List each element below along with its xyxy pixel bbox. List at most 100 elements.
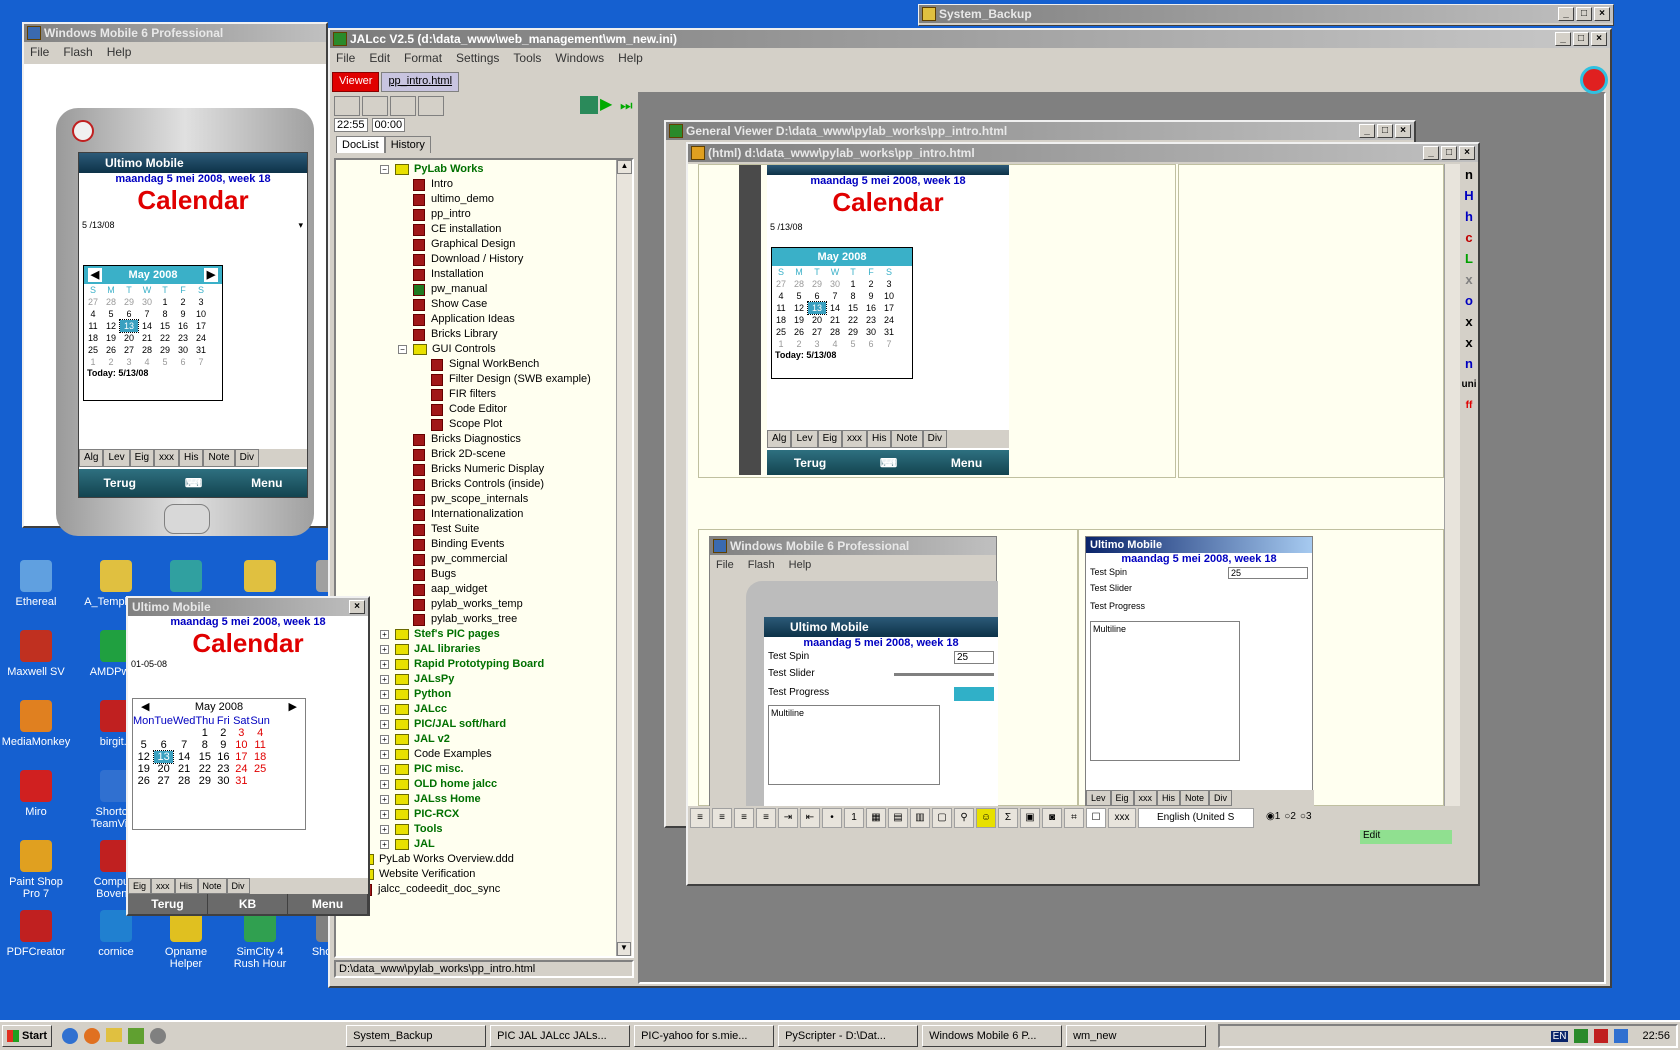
embedded-tab-lev[interactable]: Lev xyxy=(791,430,818,448)
day-cell[interactable]: 7 xyxy=(138,308,156,320)
expand-icon[interactable]: + xyxy=(380,810,389,819)
day-cell[interactable]: 15 xyxy=(195,751,214,763)
jalcc-titlebar[interactable]: JALcc V2.5 (d:\data_www\web_management\w… xyxy=(330,30,1610,48)
day-cell[interactable]: 16 xyxy=(174,320,192,332)
multiline-textbox[interactable]: Multiline xyxy=(1090,621,1240,761)
ultimo-right-tab-note[interactable]: Note xyxy=(1180,790,1210,806)
ultimo-button-menu[interactable]: Menu xyxy=(288,894,368,914)
day-cell[interactable] xyxy=(173,727,195,739)
day-cell[interactable]: 26 xyxy=(102,344,120,356)
tree-group[interactable]: + JALsPy xyxy=(336,672,632,687)
maximize-button[interactable]: □ xyxy=(1441,146,1457,160)
day-cell[interactable] xyxy=(133,727,154,739)
minimize-button[interactable]: _ xyxy=(1359,124,1375,138)
tree-item[interactable]: Show Case xyxy=(336,297,632,312)
day-cell[interactable]: 11 xyxy=(250,739,270,751)
jalcc-menu-tools[interactable]: Tools xyxy=(513,48,541,68)
tree-group[interactable]: + PIC misc. xyxy=(336,762,632,777)
day-cell[interactable]: 24 xyxy=(880,314,898,326)
day-cell[interactable]: 30 xyxy=(138,296,156,308)
day-cell[interactable]: 27 xyxy=(772,278,790,290)
tray-icon[interactable] xyxy=(1594,1029,1609,1043)
day-cell[interactable]: 17 xyxy=(192,320,210,332)
day-cell[interactable]: 6 xyxy=(862,338,880,350)
tree-item[interactable]: FIR filters xyxy=(336,387,632,402)
test-spin-input[interactable]: 25 xyxy=(1228,567,1308,579)
next-month-icon[interactable]: ▶ xyxy=(289,699,297,715)
day-cell[interactable]: 4 xyxy=(84,308,102,320)
device-tab-lev[interactable]: Lev xyxy=(103,449,130,467)
day-cell[interactable]: 4 xyxy=(826,338,844,350)
day-cell[interactable]: 9 xyxy=(174,308,192,320)
expand-icon[interactable]: + xyxy=(380,720,389,729)
tree-group[interactable]: + Python xyxy=(336,687,632,702)
day-cell[interactable] xyxy=(250,775,270,787)
day-cell[interactable]: 30 xyxy=(862,326,880,338)
ultimo-button-terug[interactable]: Terug xyxy=(128,894,208,914)
tree-item[interactable]: aap_widget xyxy=(336,582,632,597)
day-cell[interactable]: 5 xyxy=(102,308,120,320)
day-cell[interactable]: 14 xyxy=(826,302,844,314)
day-cell[interactable]: 13 xyxy=(153,750,174,764)
tree-group[interactable]: + Code Examples xyxy=(336,747,632,762)
tray-icon[interactable] xyxy=(1614,1029,1629,1043)
device-month-calendar[interactable]: ◀ May 2008 ▶ S M T W T F S 27 28 29 30 1 2 3 4 5 6 7 8 9 10 11 1… xyxy=(83,265,223,401)
taskbar-button[interactable]: System_Backup xyxy=(346,1025,487,1047)
tree-item[interactable]: pylab_works_temp xyxy=(336,597,632,612)
ethereal-icon[interactable]: Ethereal xyxy=(0,560,72,608)
tab-pp-intro[interactable]: pp_intro.html xyxy=(381,72,460,92)
jalcc-menu-format[interactable]: Format xyxy=(404,48,442,68)
jalcc-menu-edit[interactable]: Edit xyxy=(369,48,390,68)
day-cell[interactable]: 29 xyxy=(120,296,138,308)
ultimo-right-tab-eig[interactable]: Eig xyxy=(1110,790,1134,806)
checkbox-icon[interactable]: ☐ xyxy=(1086,808,1106,828)
jalcc-menu-windows[interactable]: Windows xyxy=(555,48,604,68)
embedded-tab-note[interactable]: Note xyxy=(891,430,923,448)
day-cell[interactable] xyxy=(154,727,173,739)
embedded-tab-alg[interactable]: Alg xyxy=(767,430,792,448)
day-cell[interactable]: 13 xyxy=(807,301,827,315)
expand-icon[interactable]: + xyxy=(380,660,389,669)
format-button[interactable]: o xyxy=(1460,292,1478,310)
opname-helper-icon[interactable]: Opname Helper xyxy=(150,910,222,970)
day-cell[interactable]: 30 xyxy=(826,278,844,290)
day-cell[interactable]: 23 xyxy=(174,332,192,344)
taskbar-button[interactable]: Windows Mobile 6 P... xyxy=(922,1025,1063,1047)
day-cell[interactable]: 2 xyxy=(102,356,120,368)
day-cell[interactable]: 28 xyxy=(826,326,844,338)
dropdown-arrow-icon[interactable]: ▾ xyxy=(298,220,303,231)
link-icon[interactable]: ⚲ xyxy=(954,808,974,828)
day-cell[interactable]: 27 xyxy=(84,296,102,308)
day-cell[interactable]: 11 xyxy=(772,302,790,314)
day-cell[interactable]: 16 xyxy=(862,302,880,314)
firefox-icon[interactable] xyxy=(84,1028,101,1044)
tray-icon[interactable] xyxy=(1574,1029,1589,1043)
table-row-icon[interactable]: ▤ xyxy=(888,808,908,828)
day-cell[interactable]: 31 xyxy=(192,344,210,356)
next-month-icon[interactable]: ▶ xyxy=(204,268,218,282)
wm6-menu-help[interactable]: Help xyxy=(107,42,132,62)
expand-icon[interactable]: + xyxy=(380,645,389,654)
tree-item[interactable]: ultimo_demo xyxy=(336,192,632,207)
tree-item[interactable]: Intro xyxy=(336,177,632,192)
prev-month-icon[interactable]: ◀ xyxy=(141,699,149,715)
embedded-tab-his[interactable]: His xyxy=(867,430,892,448)
day-cell[interactable]: 6 xyxy=(808,290,826,302)
day-cell[interactable]: 21 xyxy=(173,763,195,775)
language-select[interactable]: English (United S xyxy=(1138,808,1254,828)
format-button[interactable]: n xyxy=(1460,355,1478,373)
day-cell[interactable]: 1 xyxy=(84,356,102,368)
day-cell[interactable]: 7 xyxy=(880,338,898,350)
simcity-icon[interactable]: SimCity 4 Rush Hour xyxy=(224,910,296,970)
app-icon[interactable] xyxy=(150,1028,167,1044)
day-cell[interactable]: 29 xyxy=(195,775,214,787)
html-vertical-scrollbar[interactable] xyxy=(1444,164,1460,806)
expand-icon[interactable]: + xyxy=(380,675,389,684)
day-cell[interactable]: 12 xyxy=(790,302,808,314)
embedded-tab-eig[interactable]: Eig xyxy=(817,430,843,448)
tab-viewer[interactable]: Viewer xyxy=(332,72,380,92)
multiline-textbox[interactable]: Multiline xyxy=(768,705,940,785)
day-cell[interactable]: 25 xyxy=(84,344,102,356)
format-button[interactable]: x xyxy=(1460,334,1478,352)
close-button[interactable]: × xyxy=(1594,7,1610,21)
